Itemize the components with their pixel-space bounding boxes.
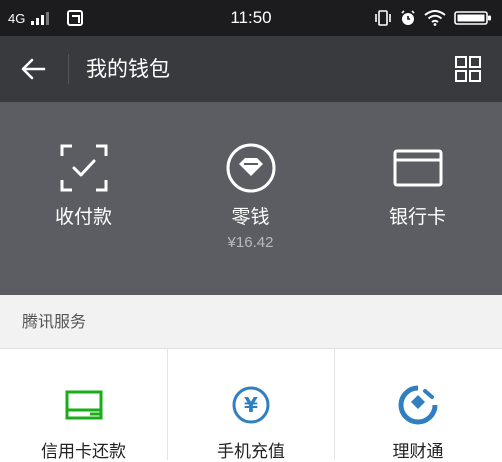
service-label: 手机充值 — [217, 442, 285, 462]
vibrate-icon — [375, 10, 391, 26]
wallet-item-bank-card[interactable]: 银行卡 — [334, 102, 501, 295]
wallet-item-label: 银行卡 — [388, 206, 446, 228]
service-credit-card-repay[interactable]: 信用卡还款 — [0, 349, 167, 462]
nav-bar: 我的钱包 — [0, 36, 502, 102]
section-title: 腾讯服务 — [22, 312, 87, 331]
services-grid: 信用卡还款 ¥ 手机充值 理财通 — [0, 349, 502, 462]
wealth-icon — [398, 385, 438, 425]
svg-text:¥: ¥ — [244, 393, 258, 417]
battery-icon — [454, 11, 491, 25]
wifi-icon — [424, 10, 446, 26]
grid-menu-icon[interactable] — [454, 55, 482, 83]
status-bar: 4G 11:50 — [0, 0, 502, 36]
wallet-panel: 收付款 零钱 ¥16.42 银行卡 — [0, 102, 502, 295]
back-arrow-icon[interactable] — [18, 53, 50, 85]
wallet-item-change[interactable]: 零钱 ¥16.42 — [167, 102, 334, 295]
section-header: 腾讯服务 — [0, 295, 502, 349]
service-wealth[interactable]: 理财通 — [334, 349, 501, 462]
change-icon — [226, 143, 275, 193]
status-right — [374, 0, 492, 36]
credit-card-icon — [65, 390, 102, 420]
wallet-item-label: 收付款 — [54, 206, 112, 228]
service-label: 信用卡还款 — [41, 442, 126, 462]
service-mobile-topup[interactable]: ¥ 手机充值 — [167, 349, 334, 462]
wallet-item-pay[interactable]: 收付款 — [0, 102, 167, 295]
service-label: 理财通 — [392, 442, 444, 462]
alarm-icon — [401, 10, 415, 25]
bank-card-icon — [393, 149, 442, 187]
balance-value: ¥16.42 — [227, 234, 274, 251]
yuan-coin-icon: ¥ — [232, 386, 270, 424]
nav-divider — [68, 54, 69, 84]
wallet-item-label: 零钱 — [231, 206, 270, 228]
page-title: 我的钱包 — [86, 57, 170, 81]
scan-pay-icon — [60, 144, 107, 192]
